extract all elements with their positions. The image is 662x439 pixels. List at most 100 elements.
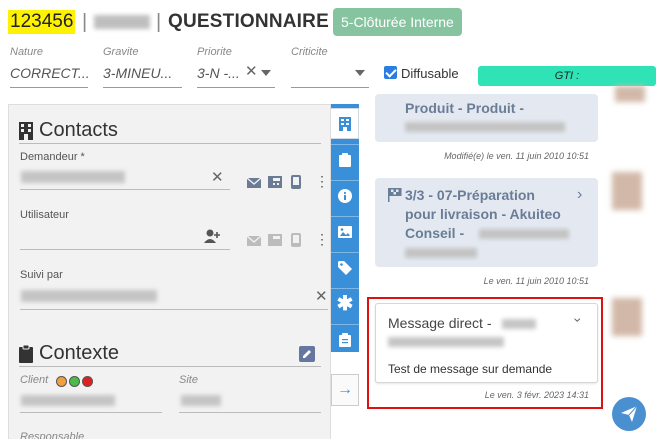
direct-message-title: Message direct -	[388, 315, 492, 331]
chevron-down-icon[interactable]	[355, 70, 365, 76]
clipboard-icon	[339, 153, 351, 167]
left-panel: Contacts Demandeur * ✕ ⋮ Utilisateur ⋮ S…	[8, 104, 331, 439]
asterisk-icon: ✱	[336, 293, 354, 315]
message-card[interactable]: Produit - Produit -	[375, 94, 598, 142]
message-title-line3: Conseil -	[405, 225, 465, 241]
tag-icon	[338, 261, 352, 275]
clipboard-list-icon	[339, 333, 351, 347]
client-underline	[20, 412, 162, 413]
tab-clipboard-list[interactable]	[331, 324, 359, 355]
contacts-title: Contacts	[39, 119, 118, 141]
more-options-icon[interactable]: ⋮	[315, 174, 329, 188]
image-icon	[338, 226, 352, 238]
message-time: Modifié(e) le ven. 11 juin 2010 10:51	[444, 151, 589, 161]
checkered-flag-icon	[388, 188, 402, 202]
responsable-label: Responsable	[20, 431, 85, 439]
tab-tag[interactable]	[331, 252, 359, 283]
direct-message-body: Test de message sur demande	[388, 362, 553, 376]
status-dot-red	[82, 376, 93, 387]
avatar	[612, 298, 642, 336]
building-icon	[19, 121, 33, 140]
criticite-field[interactable]: Criticite	[291, 44, 369, 90]
send-button[interactable]	[612, 397, 646, 431]
nature-underline	[10, 87, 88, 88]
gravite-underline	[103, 87, 182, 88]
tab-image[interactable]	[331, 216, 359, 247]
message-redacted	[405, 122, 565, 132]
more-options-icon[interactable]: ⋮	[315, 232, 329, 246]
mobile-phone-icon[interactable]	[291, 175, 301, 189]
gravite-label: Gravite	[103, 46, 139, 58]
email-icon[interactable]	[247, 177, 261, 189]
page-title: QUESTIONNAIRE	[168, 11, 329, 32]
demandeur-value	[21, 171, 125, 183]
chevron-right-icon[interactable]: ›	[577, 186, 582, 204]
message-card[interactable]: 3/3 - 07-Préparation pour livraison - Ak…	[375, 178, 598, 267]
title-separator-2: |	[156, 11, 162, 33]
arrow-right-icon: →	[337, 381, 353, 398]
contexte-title: Contexte	[39, 342, 120, 364]
priorite-underline	[197, 87, 275, 88]
clipboard-icon	[19, 344, 33, 363]
diffusable-label: Diffusable	[401, 66, 459, 81]
site-label: Site	[179, 374, 198, 386]
suivi-value	[21, 290, 157, 302]
utilisateur-label: Utilisateur	[20, 209, 69, 221]
header: 123456 | | QUESTIONNAIRE 5-Clôturée Inte…	[0, 0, 662, 44]
nature-field[interactable]: Nature CORRECT...	[10, 44, 90, 90]
building-icon	[338, 116, 351, 131]
demandeur-label: Demandeur *	[20, 151, 85, 163]
gravite-value: 3-MINEU...	[103, 65, 173, 81]
criticite-underline	[291, 87, 369, 88]
chevron-down-icon[interactable]	[261, 70, 271, 76]
edit-icon[interactable]	[299, 346, 315, 362]
status-badge[interactable]: 5-Clôturée Interne	[333, 8, 462, 36]
title-separator: |	[82, 11, 88, 33]
message-redacted	[502, 319, 536, 329]
client-value	[21, 395, 115, 406]
redacted-title	[94, 15, 150, 29]
priorite-label: Priorite	[197, 46, 232, 58]
clear-icon[interactable]: ✕	[211, 168, 224, 186]
message-redacted	[479, 229, 569, 239]
tab-asterisk[interactable]: ✱	[331, 288, 359, 319]
message-title-line2: pour livraison - Akuiteo	[405, 206, 561, 222]
client-label: Client	[20, 374, 49, 386]
contexte-divider	[19, 366, 321, 367]
nature-label: Nature	[10, 46, 44, 58]
criticite-label: Criticite	[291, 46, 328, 58]
suivi-label: Suivi par	[20, 269, 63, 281]
status-dot-orange	[56, 376, 67, 387]
site-underline	[179, 412, 321, 413]
tab-contacts[interactable]	[331, 108, 359, 139]
status-dot-green	[69, 376, 80, 387]
paper-plane-icon	[621, 405, 638, 422]
gti-badge[interactable]: GTI :	[478, 66, 656, 86]
priorite-value: 3-N -...	[197, 65, 240, 81]
ticket-id: 123456	[8, 10, 76, 34]
utilisateur-underline	[20, 249, 230, 250]
message-redacted	[388, 337, 504, 347]
tab-info[interactable]	[331, 180, 359, 211]
demandeur-underline	[20, 189, 230, 190]
clear-icon[interactable]: ✕	[245, 62, 258, 80]
fax-icon	[268, 234, 282, 246]
contacts-divider	[19, 143, 321, 144]
message-time: Le ven. 11 juin 2010 10:51	[483, 276, 589, 286]
diffusable-checkbox[interactable]	[384, 66, 397, 79]
priorite-field[interactable]: Priorite 3-N -... ✕	[197, 44, 275, 90]
gravite-field[interactable]: Gravite 3-MINEU...	[103, 44, 182, 90]
message-title: Produit - Produit -	[405, 100, 524, 116]
side-tab-bar: ✱	[331, 104, 359, 352]
tab-clipboard[interactable]	[331, 144, 359, 175]
chevron-down-icon[interactable]: ›	[570, 318, 586, 323]
clear-icon[interactable]: ✕	[315, 287, 328, 305]
fax-icon[interactable]	[268, 176, 282, 188]
contexte-header: Contexte	[19, 342, 119, 365]
direct-message-card[interactable]: Message direct - › Test de message sur d…	[375, 303, 598, 383]
collapse-arrow-button[interactable]: →	[331, 374, 359, 406]
info-icon	[338, 189, 352, 203]
email-icon	[247, 235, 261, 246]
message-title-line1: 3/3 - 07-Préparation	[405, 187, 535, 203]
add-user-icon[interactable]	[204, 229, 222, 243]
